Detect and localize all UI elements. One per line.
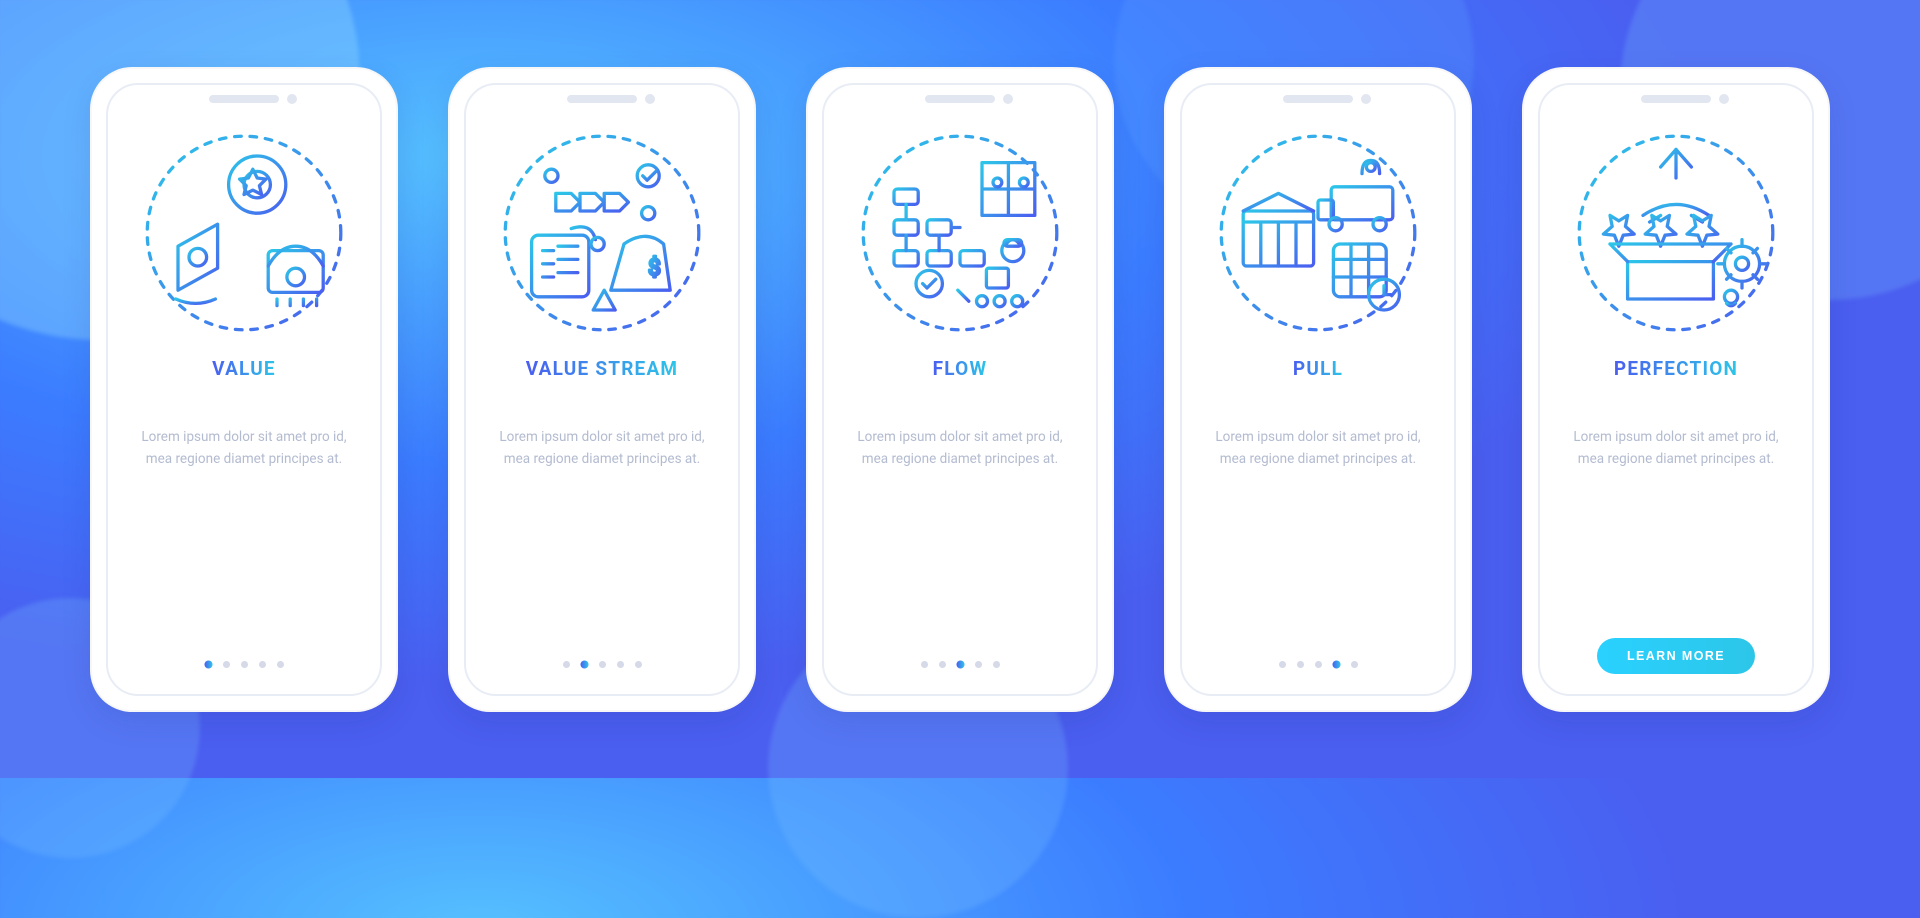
phone-screen: PERFECTION Lorem ipsum dolor sit amet pr…: [1538, 83, 1814, 696]
phone-screen: VALUE Lorem ipsum dolor sit amet pro id,…: [106, 83, 382, 696]
screen-title: VALUE STREAM: [526, 357, 679, 380]
screen-description: Lorem ipsum dolor sit amet pro id, mea r…: [130, 426, 358, 472]
phone-mockup: VALUE Lorem ipsum dolor sit amet pro id,…: [90, 67, 398, 712]
screen-description: Lorem ipsum dolor sit amet pro id, mea r…: [1562, 426, 1790, 472]
phone-screen: FLOW Lorem ipsum dolor sit amet pro id, …: [822, 83, 1098, 696]
dot[interactable]: [617, 661, 624, 668]
dot[interactable]: [921, 661, 928, 668]
screen-title: VALUE: [212, 357, 276, 380]
phone-mockup: PULL Lorem ipsum dolor sit amet pro id, …: [1164, 67, 1472, 712]
screen-description: Lorem ipsum dolor sit amet pro id, mea r…: [488, 426, 716, 472]
dot[interactable]: [204, 660, 212, 668]
dot[interactable]: [1351, 661, 1358, 668]
screen-title: PULL: [1293, 357, 1343, 380]
screen-title: FLOW: [933, 357, 988, 380]
phone-mockup: $ VALUE STREAM Lorem ipsum dolor sit ame…: [448, 67, 756, 712]
value-stream-icon: $: [492, 123, 712, 343]
dot[interactable]: [1279, 661, 1286, 668]
dot[interactable]: [223, 661, 230, 668]
phone-mockup: FLOW Lorem ipsum dolor sit amet pro id, …: [806, 67, 1114, 712]
page-indicator: [466, 661, 738, 668]
phone-notch: [925, 95, 995, 103]
page-indicator: [1182, 661, 1454, 668]
dot[interactable]: [1332, 660, 1340, 668]
dot[interactable]: [599, 661, 606, 668]
value-icon: [134, 123, 354, 343]
page-indicator: [824, 661, 1096, 668]
dot[interactable]: [580, 660, 588, 668]
dot[interactable]: [1315, 661, 1322, 668]
phone-notch: [1641, 95, 1711, 103]
dot[interactable]: [956, 660, 964, 668]
screen-description: Lorem ipsum dolor sit amet pro id, mea r…: [1204, 426, 1432, 472]
flow-icon: [850, 123, 1070, 343]
dot[interactable]: [259, 661, 266, 668]
dot[interactable]: [277, 661, 284, 668]
dot[interactable]: [563, 661, 570, 668]
pull-icon: [1208, 123, 1428, 343]
dot[interactable]: [975, 661, 982, 668]
dot[interactable]: [1297, 661, 1304, 668]
phone-notch: [1283, 95, 1353, 103]
dot[interactable]: [635, 661, 642, 668]
screen-title: PERFECTION: [1614, 357, 1738, 380]
dot[interactable]: [993, 661, 1000, 668]
screen-description: Lorem ipsum dolor sit amet pro id, mea r…: [846, 426, 1074, 472]
perfection-icon: [1566, 123, 1786, 343]
phone-mockup: PERFECTION Lorem ipsum dolor sit amet pr…: [1522, 67, 1830, 712]
phone-notch: [567, 95, 637, 103]
phone-notch: [209, 95, 279, 103]
learn-more-button[interactable]: LEARN MORE: [1597, 638, 1755, 674]
phone-screen: $ VALUE STREAM Lorem ipsum dolor sit ame…: [464, 83, 740, 696]
page-indicator: [108, 661, 380, 668]
dot[interactable]: [939, 661, 946, 668]
svg-text:$: $: [648, 255, 660, 280]
phone-screen: PULL Lorem ipsum dolor sit amet pro id, …: [1180, 83, 1456, 696]
onboarding-row: VALUE Lorem ipsum dolor sit amet pro id,…: [0, 0, 1920, 778]
dot[interactable]: [241, 661, 248, 668]
